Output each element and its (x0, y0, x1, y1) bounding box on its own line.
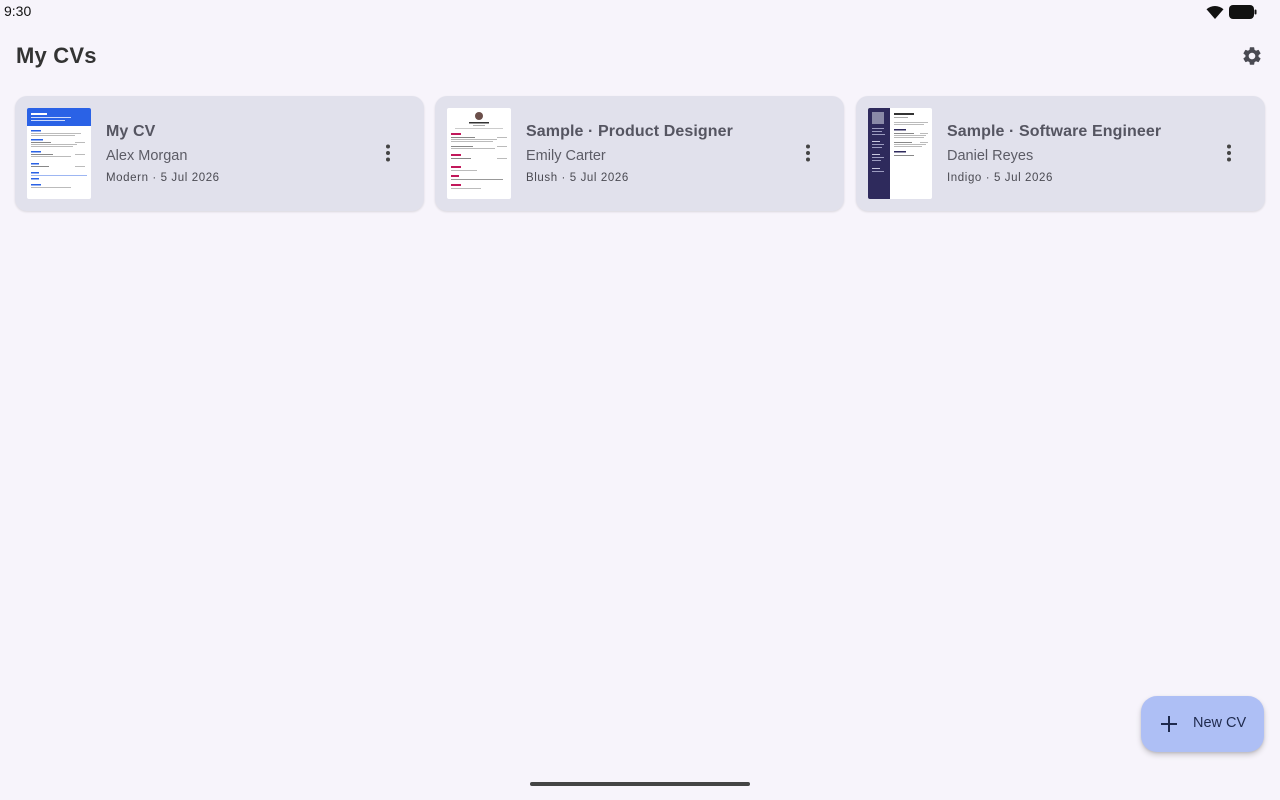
cv-title: Sample · Software Engineer (947, 123, 1162, 140)
gear-icon (1243, 47, 1261, 65)
home-indicator[interactable] (530, 782, 750, 786)
cv-owner-name: Daniel Reyes (947, 148, 1034, 164)
settings-button[interactable] (1238, 42, 1266, 70)
new-cv-button[interactable]: New CV (1141, 696, 1264, 752)
cv-template-date: Blush · 5 Jul 2026 (526, 172, 629, 184)
cv-template-date: Modern · 5 Jul 2026 (106, 172, 220, 184)
status-bar: 9:30 (0, 0, 1280, 24)
cv-thumbnail (868, 108, 932, 199)
plus-icon (1161, 716, 1177, 732)
status-time: 9:30 (4, 3, 32, 19)
cv-thumbnail (447, 108, 511, 199)
cv-title: Sample · Product Designer (526, 123, 733, 140)
more-vert-icon (386, 144, 390, 162)
cv-title: My CV (106, 123, 156, 140)
more-options-button[interactable] (795, 140, 821, 166)
more-vert-icon (1227, 144, 1231, 162)
more-vert-icon (806, 144, 810, 162)
cv-card[interactable]: Sample · Software Engineer Daniel Reyes … (856, 96, 1265, 211)
page-title: My CVs (16, 43, 97, 68)
more-options-button[interactable] (375, 140, 401, 166)
more-options-button[interactable] (1216, 140, 1242, 166)
cv-owner-name: Alex Morgan (106, 148, 188, 164)
cv-card[interactable]: Sample · Product Designer Emily Carter B… (435, 96, 844, 211)
new-cv-label: New CV (1193, 715, 1247, 731)
battery-icon (1229, 5, 1257, 19)
wifi-icon (1206, 6, 1224, 19)
cv-thumbnail (27, 108, 91, 199)
cv-template-date: Indigo · 5 Jul 2026 (947, 172, 1054, 184)
cv-owner-name: Emily Carter (526, 148, 606, 164)
cv-card[interactable]: My CV Alex Morgan Modern · 5 Jul 2026 (15, 96, 424, 211)
